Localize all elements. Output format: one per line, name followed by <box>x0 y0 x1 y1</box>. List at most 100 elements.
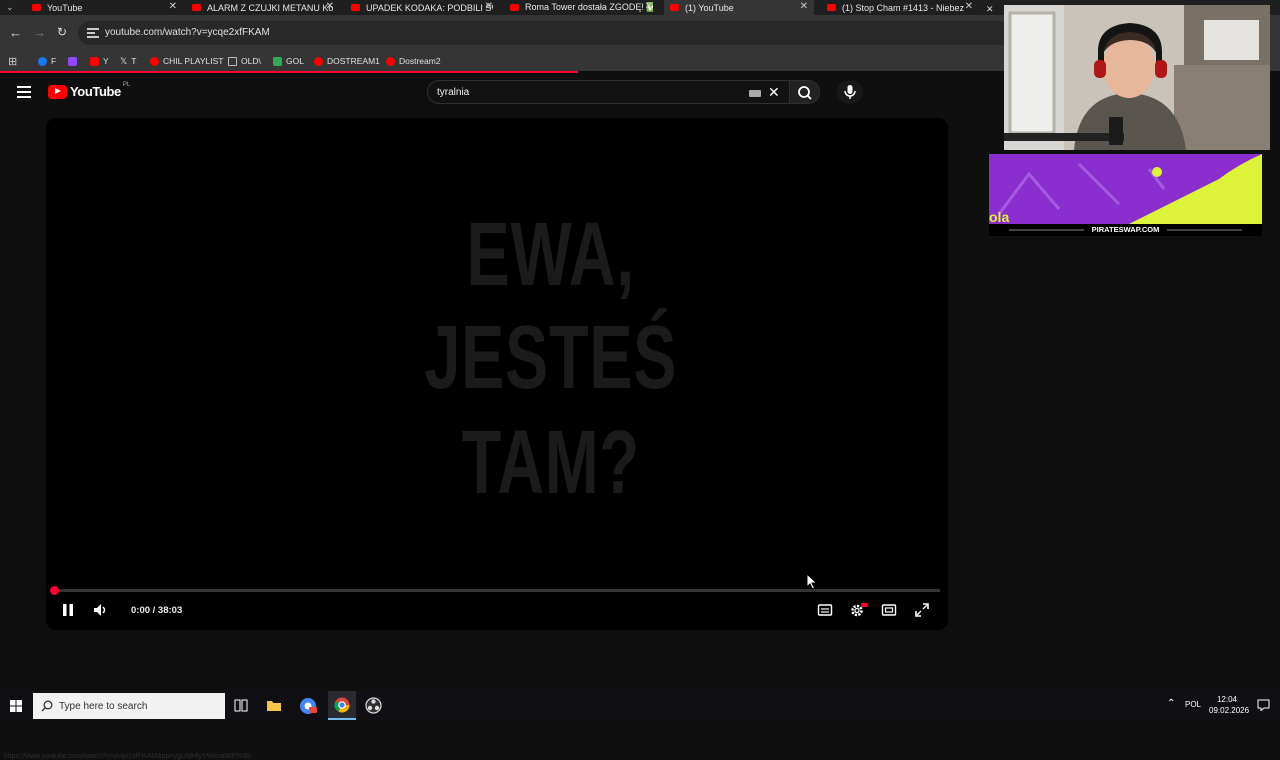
bookmark-dostream1[interactable]: DOSTREAM1 <box>314 54 380 68</box>
apps-grid-icon[interactable]: ⊞ <box>8 54 17 68</box>
ad-banner: ola PIRATESWAP.COM <box>989 154 1262 236</box>
youtube-icon <box>386 56 395 66</box>
taskbar-chrome-active[interactable] <box>328 691 356 720</box>
keyboard-icon[interactable] <box>749 90 761 97</box>
theater-mode-icon <box>881 604 897 616</box>
close-tab-icon[interactable]: ✕ <box>800 1 808 12</box>
obs-icon[interactable] <box>365 697 382 714</box>
close-tab-icon[interactable]: ✕ <box>485 1 493 12</box>
youtube-icon <box>314 56 323 66</box>
video-player[interactable]: EWA, JESTEŚ TAM? 0:00 / 38:03 <box>46 118 948 630</box>
windows-taskbar: Type here to search ⌃ POL 12:04 09.02.20… <box>0 691 1280 720</box>
svg-text:ola: ola <box>989 209 1009 225</box>
search-icon <box>41 700 53 712</box>
clear-search-icon[interactable]: ✕ <box>768 84 780 101</box>
address-url: youtube.com/watch?v=ycqe2xfFKAM <box>105 27 270 38</box>
ad-banner-text: PIRATESWAP.COM <box>1091 225 1160 234</box>
video-poster-line-3: TAM? <box>461 413 640 513</box>
browser-tab[interactable]: ALARM Z CZUJKI METANU Kon ✕ <box>192 0 334 15</box>
pirateswap-ad-image: ola <box>989 154 1262 231</box>
tab-search-chevron-icon[interactable]: ⌄ <box>6 2 14 13</box>
progress-bar-scrubber[interactable] <box>50 586 59 595</box>
country-code: PL <box>122 81 131 88</box>
youtube-icon <box>90 56 99 66</box>
tab-title: Roma Tower dostała ZGODĘ! ✅ <box>525 2 653 12</box>
browser-tab[interactable]: YouTube ✕ <box>32 0 177 15</box>
browser-tab-active[interactable]: (1) YouTube ✕ <box>664 0 814 15</box>
browser-tab[interactable]: ✕ <box>986 0 1004 15</box>
close-tab-icon[interactable]: ✕ <box>326 1 334 12</box>
bookmark-chil-playlist[interactable]: CHIL PLAYLIST <box>150 54 223 68</box>
pause-icon <box>63 604 73 616</box>
webcam-feed-image <box>1004 5 1270 150</box>
bookmark-facebook[interactable]: F <box>38 54 56 68</box>
menu-icon[interactable] <box>17 86 31 98</box>
reload-icon[interactable]: ↻ <box>57 25 67 39</box>
subtitles-icon <box>817 604 833 616</box>
search-icon <box>798 86 812 100</box>
task-view-icon[interactable] <box>234 699 248 712</box>
file-explorer-icon[interactable] <box>266 698 282 712</box>
youtube-logo[interactable]: YouTube PL <box>48 81 131 99</box>
theater-mode-button[interactable] <box>881 602 897 623</box>
chrome-icon <box>334 697 350 713</box>
youtube-favicon-icon <box>510 4 519 11</box>
bookmark-gol[interactable]: GOL <box>273 54 304 68</box>
twitch-icon <box>68 56 77 66</box>
youtube-favicon-icon <box>32 4 41 11</box>
bookmark-twitch[interactable] <box>68 54 81 68</box>
settings-button[interactable] <box>849 602 869 623</box>
tab-title: ALARM Z CZUJKI METANU Kon <box>207 2 334 13</box>
volume-icon <box>94 604 106 616</box>
bookmark-dostream2[interactable]: Dostream2 <box>386 54 441 68</box>
taskbar-search-input[interactable]: Type here to search <box>33 693 225 719</box>
page-load-progress <box>0 71 578 73</box>
search-button[interactable] <box>790 80 820 104</box>
browser-tab[interactable]: (1) Stop Cham #1413 - Niebez ✕ <box>827 0 973 15</box>
browser-tab[interactable]: Roma Tower dostała ZGODĘ! ✅ ✕ <box>510 0 653 15</box>
tray-chevron-up-icon[interactable]: ⌃ <box>1167 698 1175 709</box>
forward-arrow-icon[interactable]: → <box>33 25 46 40</box>
youtube-favicon-icon <box>351 4 360 11</box>
microphone-icon <box>844 85 856 99</box>
voice-search-button[interactable] <box>837 80 863 104</box>
tray-language[interactable]: POL <box>1185 700 1201 709</box>
time-display: 0:00 / 38:03 <box>131 605 183 616</box>
close-tab-icon[interactable]: ✕ <box>965 1 973 12</box>
tab-title: UPADEK KODAKA: PODBILI ŚW <box>366 2 493 13</box>
close-tab-icon[interactable]: ✕ <box>645 1 653 12</box>
youtube-favicon-icon <box>670 4 679 11</box>
notifications-icon[interactable] <box>1257 699 1270 711</box>
x-logo-icon: 𝕏 <box>120 55 128 66</box>
bookmark-youtube[interactable]: Y <box>90 54 109 68</box>
gol-icon <box>273 56 282 66</box>
video-poster-line-1: EWA, <box>466 205 635 305</box>
webcam-overlay <box>1004 5 1270 150</box>
youtube-icon <box>150 56 159 66</box>
close-tab-icon[interactable]: ✕ <box>169 1 177 12</box>
mute-button[interactable] <box>92 602 110 623</box>
fullscreen-icon <box>915 603 929 617</box>
tray-clock[interactable]: 12:04 09.02.2026 <box>1209 694 1249 716</box>
tab-title: YouTube <box>47 2 83 13</box>
mouse-cursor-icon <box>806 573 818 590</box>
pause-button[interactable] <box>60 602 76 623</box>
bookmark-folder-old[interactable]: OLD\ <box>228 54 261 68</box>
search-input[interactable]: tyralnia ✕ <box>427 80 790 104</box>
bookmark-x[interactable]: 𝕏T <box>120 54 136 68</box>
tab-title: (1) Stop Cham #1413 - Niebez <box>842 2 965 13</box>
tray-time: 12:04 <box>1216 695 1238 704</box>
status-bar-url: https://www.youtube.com/watch?v=ycqe2xfF… <box>4 753 252 760</box>
browser-tab[interactable]: UPADEK KODAKA: PODBILI ŚW ✕ <box>351 0 493 15</box>
site-info-icon[interactable] <box>87 27 99 38</box>
back-arrow-icon[interactable]: ← <box>9 25 22 40</box>
folder-icon <box>228 56 237 66</box>
subtitles-button[interactable] <box>817 602 833 623</box>
tab-title: (1) YouTube <box>685 2 734 13</box>
youtube-logo-text: YouTube <box>70 84 121 99</box>
windows-start-icon[interactable] <box>10 700 22 712</box>
chrome-profile-icon[interactable] <box>299 697 317 714</box>
youtube-favicon-icon <box>827 4 836 11</box>
fullscreen-button[interactable] <box>914 602 930 623</box>
gear-icon <box>851 603 868 617</box>
